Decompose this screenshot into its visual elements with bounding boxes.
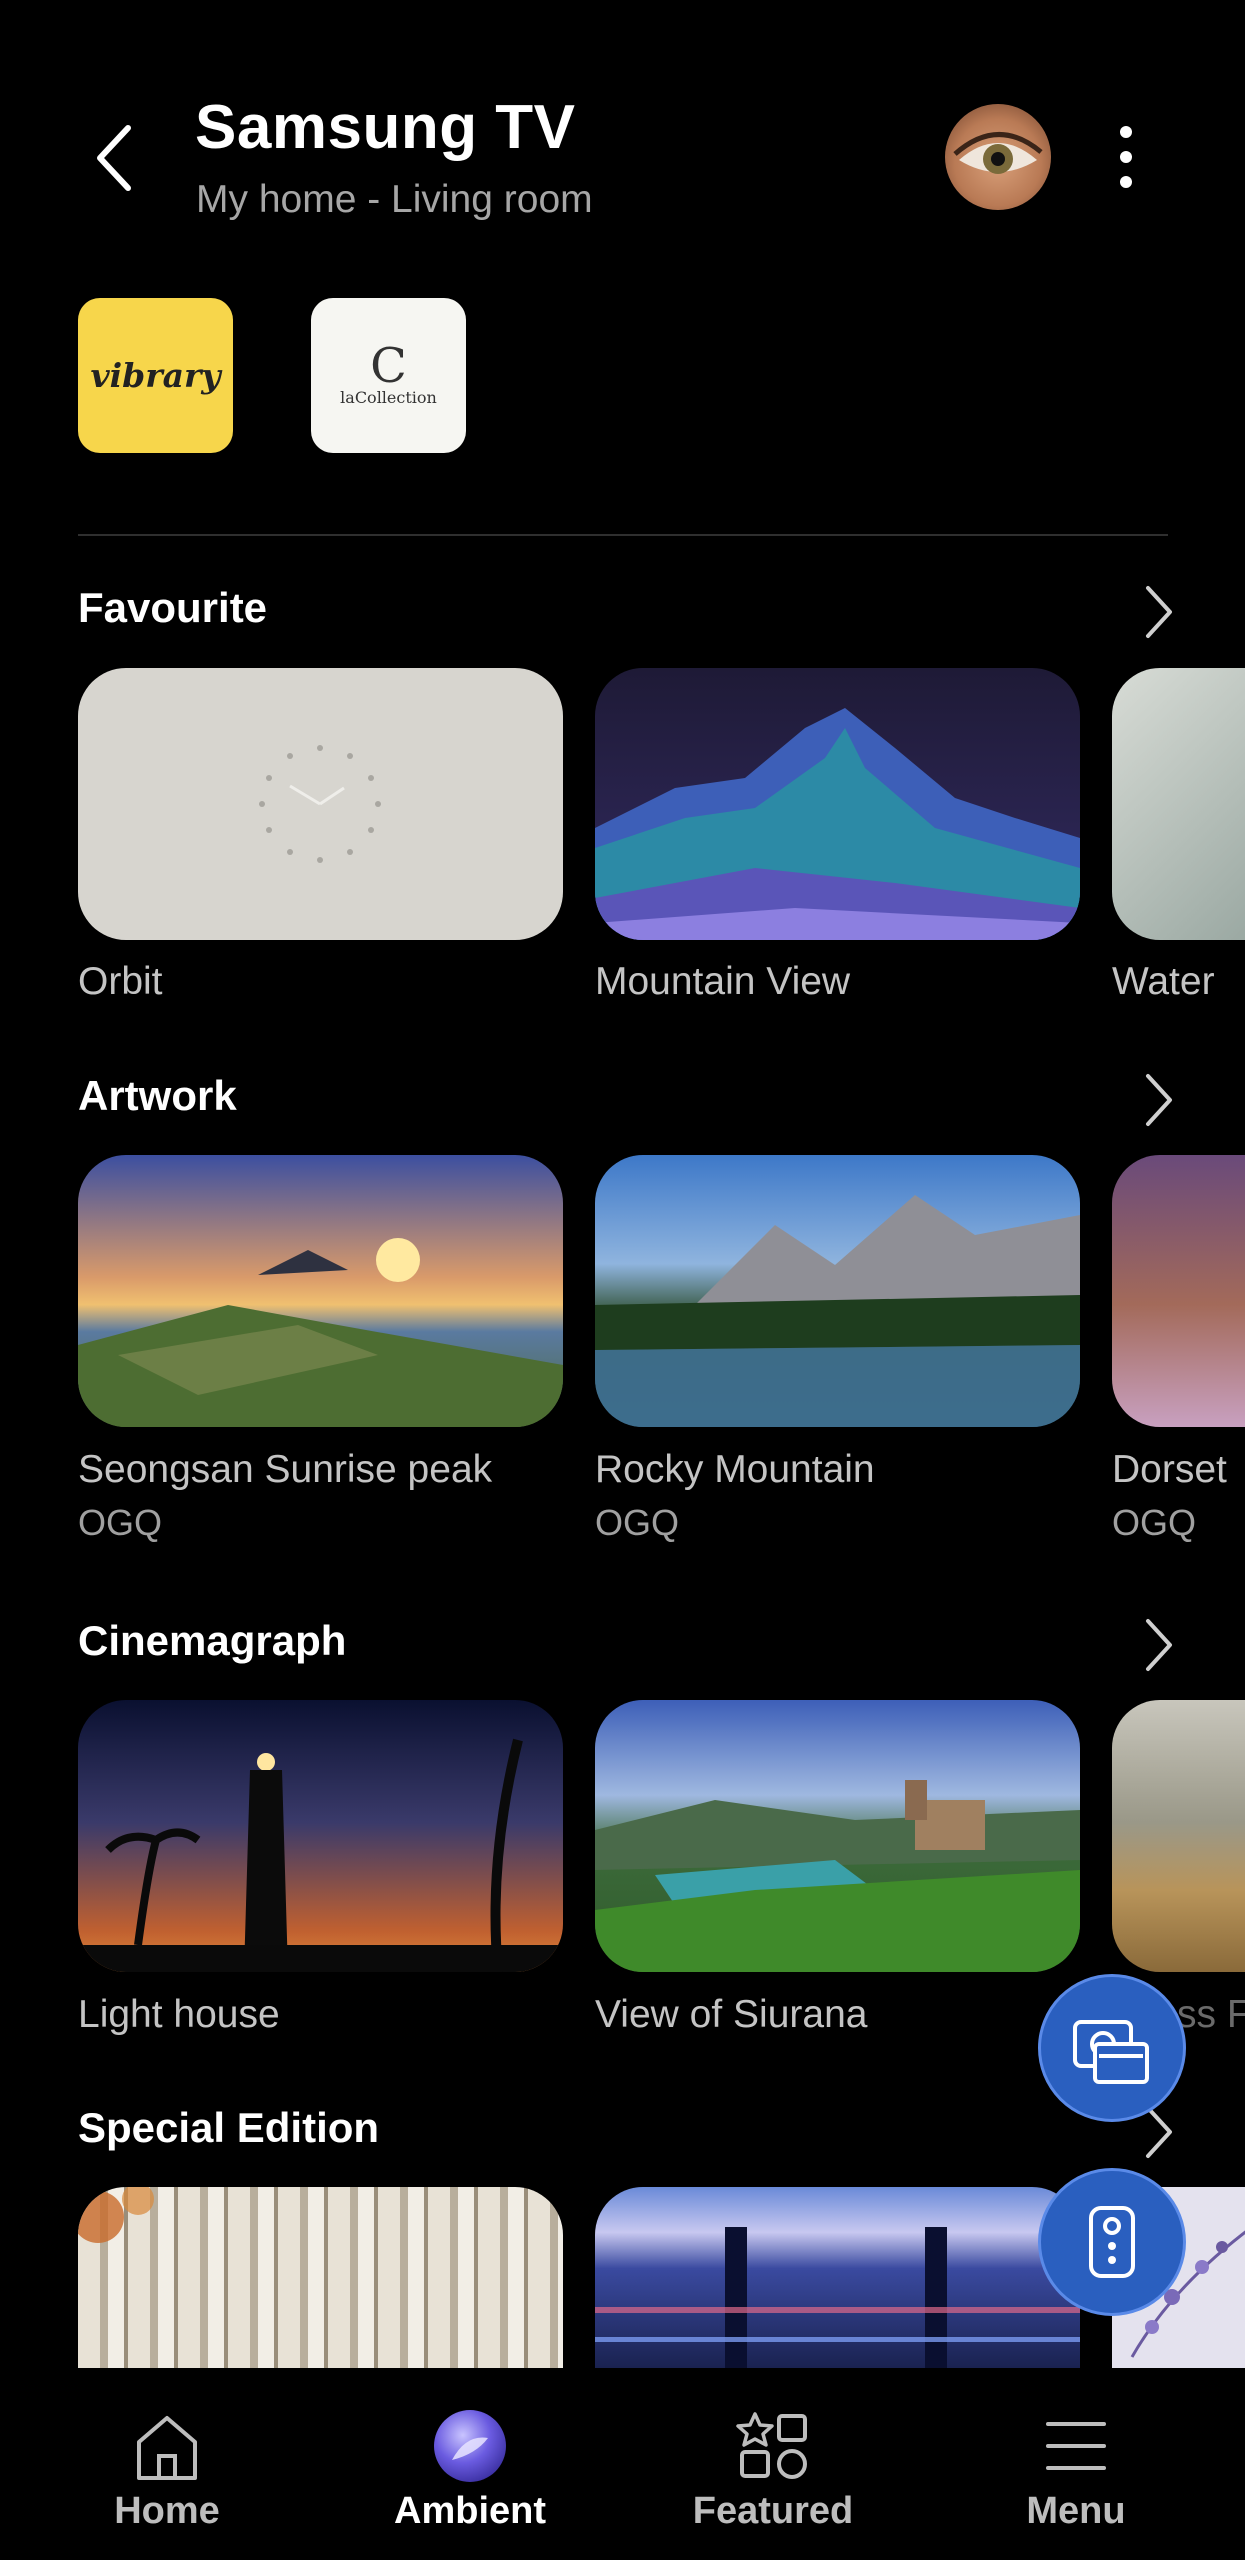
nav-label: Ambient bbox=[394, 2490, 546, 2532]
avatar[interactable] bbox=[945, 104, 1051, 210]
remote-button[interactable] bbox=[1038, 2168, 1186, 2316]
chevron-right-icon[interactable] bbox=[1140, 1615, 1176, 1675]
mountain-view-image bbox=[595, 708, 1080, 940]
card-light-house[interactable] bbox=[78, 1700, 563, 1972]
card-label: Light house bbox=[78, 1993, 280, 2036]
provider-vibrary[interactable]: vibrary bbox=[78, 298, 233, 453]
section-title-cinemagraph: Cinemagraph bbox=[78, 1617, 347, 1664]
section-title-artwork: Artwork bbox=[78, 1072, 237, 1119]
card-mountain-view[interactable] bbox=[595, 668, 1080, 940]
nav-ambient[interactable]: Ambient bbox=[320, 2368, 620, 2560]
featured-icon bbox=[736, 2412, 807, 2479]
vibrary-logo: vibrary bbox=[90, 356, 221, 395]
card-view-of-siurana[interactable] bbox=[595, 1700, 1080, 1972]
card-label: Orbit bbox=[78, 960, 163, 1003]
birch-forest-image bbox=[78, 2187, 154, 2243]
card-provider: OGQ bbox=[595, 1502, 680, 1543]
card-label: Mountain View bbox=[595, 960, 851, 1003]
card-grass-field[interactable] bbox=[1112, 1700, 1245, 1972]
sunrise-image bbox=[78, 1238, 563, 1427]
location-subtitle: My home - Living room bbox=[196, 178, 593, 221]
mirror-hall-image bbox=[595, 2227, 1080, 2368]
rocky-mountain-image bbox=[595, 1195, 1080, 1427]
light-house-image bbox=[78, 1738, 563, 1972]
card-label: Seongsan Sunrise peak bbox=[78, 1448, 493, 1491]
lacollection-logo-letter: C bbox=[370, 338, 407, 394]
card-dorset[interactable] bbox=[1112, 1155, 1245, 1427]
card-label: View of Siurana bbox=[595, 1993, 868, 2036]
nav-label: Menu bbox=[1026, 2490, 1126, 2532]
menu-icon bbox=[1046, 2422, 1106, 2470]
screenshot-button[interactable] bbox=[1038, 1974, 1186, 2122]
chevron-right-icon[interactable] bbox=[1140, 1070, 1176, 1130]
card-provider: OGQ bbox=[78, 1502, 163, 1543]
nav-featured[interactable]: Featured bbox=[623, 2368, 923, 2560]
remote-icon bbox=[1089, 2206, 1135, 2278]
orbit-clock-image bbox=[259, 745, 381, 863]
card-orbit[interactable] bbox=[78, 668, 563, 940]
nav-label: Featured bbox=[692, 2490, 854, 2532]
page-title: Samsung TV bbox=[195, 93, 576, 162]
card-label: Water bbox=[1112, 960, 1215, 1003]
more-options-icon[interactable] bbox=[1108, 122, 1144, 192]
card-seongsan-sunrise[interactable] bbox=[78, 1155, 563, 1427]
avatar-eye-image bbox=[953, 132, 1043, 174]
siurana-image bbox=[595, 1780, 1080, 1972]
lacollection-logo-text: laCollection bbox=[340, 388, 437, 407]
card-water[interactable] bbox=[1112, 668, 1245, 940]
back-icon[interactable] bbox=[88, 120, 140, 196]
card-label: Rocky Mountain bbox=[595, 1448, 875, 1491]
card-rocky-mountain[interactable] bbox=[595, 1155, 1080, 1427]
card-label: Dorset bbox=[1112, 1448, 1227, 1491]
ambient-icon bbox=[434, 2410, 506, 2482]
nav-menu[interactable]: Menu bbox=[926, 2368, 1226, 2560]
home-icon bbox=[137, 2416, 197, 2480]
provider-lacollection[interactable]: C laCollection bbox=[311, 298, 466, 453]
nav-label: Home bbox=[114, 2490, 220, 2532]
card-provider: OGQ bbox=[1112, 1502, 1197, 1543]
section-title-favourite: Favourite bbox=[78, 584, 268, 631]
card-mirror-hall[interactable] bbox=[595, 2187, 1080, 2368]
bottom-nav: Home Ambient Featured Menu bbox=[0, 2368, 1245, 2560]
divider bbox=[78, 534, 1168, 536]
card-birch-forest[interactable] bbox=[78, 2187, 563, 2368]
section-title-special-edition: Special Edition bbox=[78, 2104, 380, 2151]
screenshot-icon bbox=[1073, 2020, 1149, 2084]
nav-home[interactable]: Home bbox=[17, 2368, 317, 2560]
chevron-right-icon[interactable] bbox=[1140, 582, 1176, 642]
